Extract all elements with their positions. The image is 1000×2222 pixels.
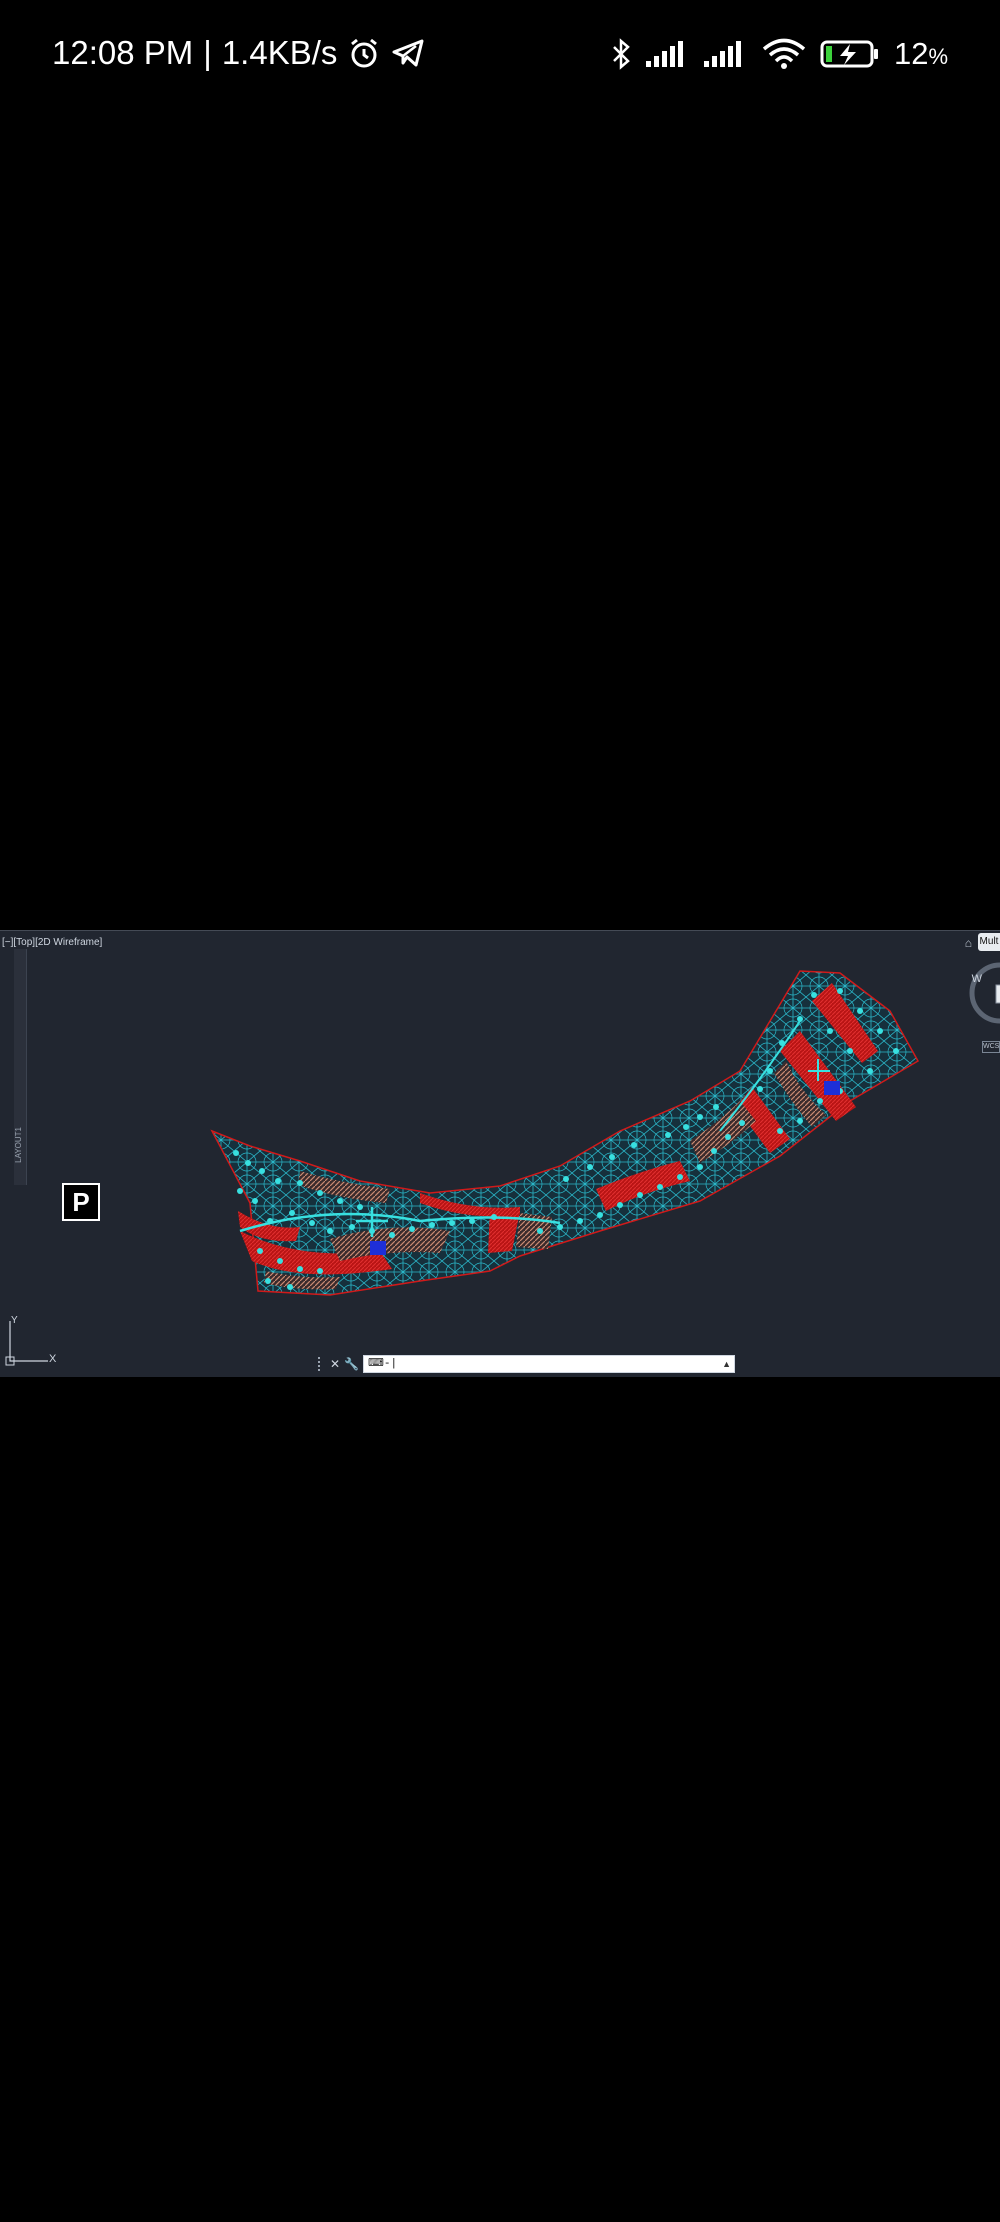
ucs-y-label: Y: [11, 1315, 18, 1326]
clock: 12:08 PM: [52, 34, 194, 71]
command-input[interactable]: ⌨-| ▲: [363, 1355, 736, 1373]
network-speed: 1.4KB/s: [221, 34, 338, 71]
ucs-x-label: X: [49, 1353, 57, 1365]
bluetooth-icon: [610, 37, 632, 71]
site-outline: [210, 970, 920, 1296]
drag-handle-icon[interactable]: [318, 1357, 326, 1371]
command-line[interactable]: ✕ 🔧 ⌨-| ▲: [318, 1355, 736, 1373]
blue-block: [370, 1241, 386, 1255]
status-bar-right: 12%: [610, 36, 948, 72]
chevron-up-icon[interactable]: ▲: [722, 1356, 731, 1372]
telegram-icon: [391, 36, 425, 70]
alarm-icon: [347, 36, 381, 70]
status-bar: 12:08 PM | 1.4KB/s 12%: [0, 0, 1000, 112]
blue-block: [824, 1081, 840, 1095]
cad-viewport[interactable]: [−][Top][2D Wireframe] ⌂ Mult LAYOUT1 P: [0, 930, 1000, 1377]
wcs-badge[interactable]: WCS: [982, 1041, 1000, 1053]
cad-drawing[interactable]: [0, 931, 1000, 1377]
signal-icon: [703, 39, 748, 69]
close-icon[interactable]: ✕: [330, 1357, 340, 1371]
wrench-icon[interactable]: 🔧: [344, 1357, 359, 1371]
battery-percent: 12%: [893, 36, 948, 71]
viewcube-label: W: [971, 973, 982, 985]
wifi-icon: [762, 38, 806, 70]
signal-icon: [645, 39, 690, 69]
viewcube[interactable]: [960, 953, 1000, 1033]
status-bar-left: 12:08 PM | 1.4KB/s: [52, 34, 425, 72]
command-prompt-text: ⌨-|: [368, 1358, 398, 1370]
battery-charging-icon: [820, 38, 880, 70]
separator: |: [203, 34, 212, 71]
